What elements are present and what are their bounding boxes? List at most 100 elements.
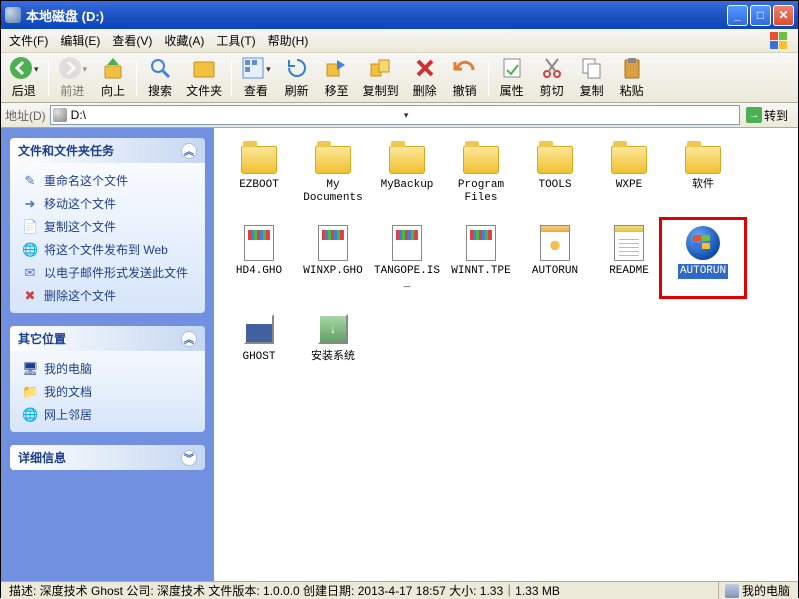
tpe-file-icon [466,225,496,261]
place-label: 网上邻居 [44,406,92,423]
task-item[interactable]: ✎ 重命名这个文件 [20,169,195,192]
collapse-icon: ︽ [181,331,197,347]
task-label: 删除这个文件 [44,287,116,304]
task-icon: ✖ [22,288,38,304]
place-icon: 🖥 [22,361,38,377]
expand-icon: ︾ [181,450,197,466]
task-item[interactable]: ✖ 删除这个文件 [20,284,195,307]
separator [231,60,232,96]
menu-view[interactable]: 查看(V) [106,30,158,51]
file-item[interactable]: README [592,224,666,292]
places-panel: 其它位置 ︽ 🖥我的电脑📁我的文档🌐网上邻居 [10,326,205,432]
place-item[interactable]: 🌐网上邻居 [20,403,195,426]
file-item[interactable]: TANGOPE.IS_ [370,224,444,292]
toolbar-label: 删除 [413,82,437,99]
task-label: 重命名这个文件 [44,172,128,189]
folders-button[interactable]: 文件夹 [180,54,228,101]
task-item[interactable]: 📄 复制这个文件 [20,215,195,238]
file-item[interactable]: WINXP.GHO [296,224,370,292]
file-item[interactable]: My Documents [296,138,370,206]
folder-icon [315,146,351,174]
file-item[interactable]: WINNT.TPE [444,224,518,292]
task-icon: ✎ [22,173,38,189]
address-value: D:\ [71,108,402,122]
status-bar: 描述: 深度技术 Ghost 公司: 深度技术 文件版本: 1.0.0.0 创建… [1,581,798,599]
maximize-button[interactable]: □ [750,5,771,26]
task-icon: 📄 [22,219,38,235]
menu-edit[interactable]: 编辑(E) [54,30,106,51]
task-icon: 🌐 [22,242,38,258]
search-button[interactable]: 搜索 [140,54,180,101]
toolbar-label: 刷新 [285,82,309,99]
delete-button[interactable]: 删除 [405,54,445,101]
places-panel-header[interactable]: 其它位置 ︽ [10,326,205,351]
task-icon: ✉ [22,265,38,281]
menu-favorites[interactable]: 收藏(A) [158,30,210,51]
tasks-panel-header[interactable]: 文件和文件夹任务 ︽ [10,138,205,163]
task-item[interactable]: 🌐将这个文件发布到 Web [20,238,195,261]
move-to-button[interactable]: 移至 [317,54,357,101]
details-panel: 详细信息 ︾ [10,445,205,470]
address-dropdown-icon[interactable]: ▾ [402,110,737,121]
file-item[interactable]: GHOST [222,310,296,365]
sidebar: 文件和文件夹任务 ︽ ✎ 重命名这个文件 ➜移动这个文件 📄 复制这个文件 🌐将这个文件发… [1,128,214,581]
file-item[interactable]: Program Files [444,138,518,206]
forward-button: ▾前进 [52,54,94,101]
copy-to-button[interactable]: 复制到 [357,54,405,101]
task-item[interactable]: ➜移动这个文件 [20,192,195,215]
file-label: WINXP.GHO [301,264,364,279]
details-panel-header[interactable]: 详细信息 ︾ [10,445,205,470]
go-label: 转到 [764,107,788,124]
toolbar-label: 前进 [60,82,84,99]
file-label: 安装系统 [309,350,357,365]
panel-title: 详细信息 [18,449,66,466]
file-item[interactable]: AUTORUN [518,224,592,292]
file-label: README [607,264,651,279]
address-input[interactable]: D:\ ▾ [50,105,740,125]
toolbar-label: 撤销 [453,82,477,99]
place-icon: 📁 [22,384,38,400]
file-view[interactable]: EZBOOTMy DocumentsMyBackupProgram FilesT… [214,128,798,581]
close-button[interactable]: ✕ [773,5,794,26]
view-button[interactable]: ▾查看 [235,54,277,101]
menu-tools[interactable]: 工具(T) [210,30,261,51]
folder-icon [611,146,647,174]
place-item[interactable]: 📁我的文档 [20,380,195,403]
minimize-button[interactable]: _ [727,5,748,26]
paste-button[interactable]: 粘贴 [612,54,652,101]
back-button[interactable]: ▾后退 [3,54,45,101]
file-label: Program Files [444,178,518,206]
refresh-button[interactable]: 刷新 [277,54,317,101]
drive-icon [53,108,67,122]
window-title: 本地磁盘 (D:) [26,6,725,25]
go-button[interactable]: → 转到 [740,107,794,124]
file-item[interactable]: 软件 [666,138,740,206]
file-item[interactable]: EZBOOT [222,138,296,206]
cut-button[interactable]: 剪切 [532,54,572,101]
task-item[interactable]: ✉以电子邮件形式发送此文件 [20,261,195,284]
menu-help[interactable]: 帮助(H) [262,30,315,51]
file-item[interactable]: 安装系统 [296,310,370,365]
file-item[interactable]: AUTORUN [666,224,740,292]
toolbar-label: 查看 [244,82,268,99]
copy-button[interactable]: 复制 [572,54,612,101]
separator [488,60,489,96]
task-label: 移动这个文件 [44,195,116,212]
file-label: WXPE [614,178,644,193]
properties-button[interactable]: 属性 [492,54,532,101]
status-description: 描述: 深度技术 Ghost 公司: 深度技术 文件版本: 1.0.0.0 创建… [5,582,564,599]
task-label: 复制这个文件 [44,218,116,235]
menu-file[interactable]: 文件(F) [3,30,54,51]
my-computer-icon [725,584,739,598]
file-item[interactable]: WXPE [592,138,666,206]
up-button[interactable]: 向上 [93,54,133,101]
menu-bar: 文件(F) 编辑(E) 查看(V) 收藏(A) 工具(T) 帮助(H) [1,29,798,53]
file-label: HD4.GHO [234,264,284,279]
collapse-icon: ︽ [181,143,197,159]
file-item[interactable]: MyBackup [370,138,444,206]
file-item[interactable]: HD4.GHO [222,224,296,292]
tasks-panel: 文件和文件夹任务 ︽ ✎ 重命名这个文件 ➜移动这个文件 📄 复制这个文件 🌐将这个文件发… [10,138,205,313]
place-item[interactable]: 🖥我的电脑 [20,357,195,380]
file-item[interactable]: TOOLS [518,138,592,206]
undo-button[interactable]: 撤销 [445,54,485,101]
